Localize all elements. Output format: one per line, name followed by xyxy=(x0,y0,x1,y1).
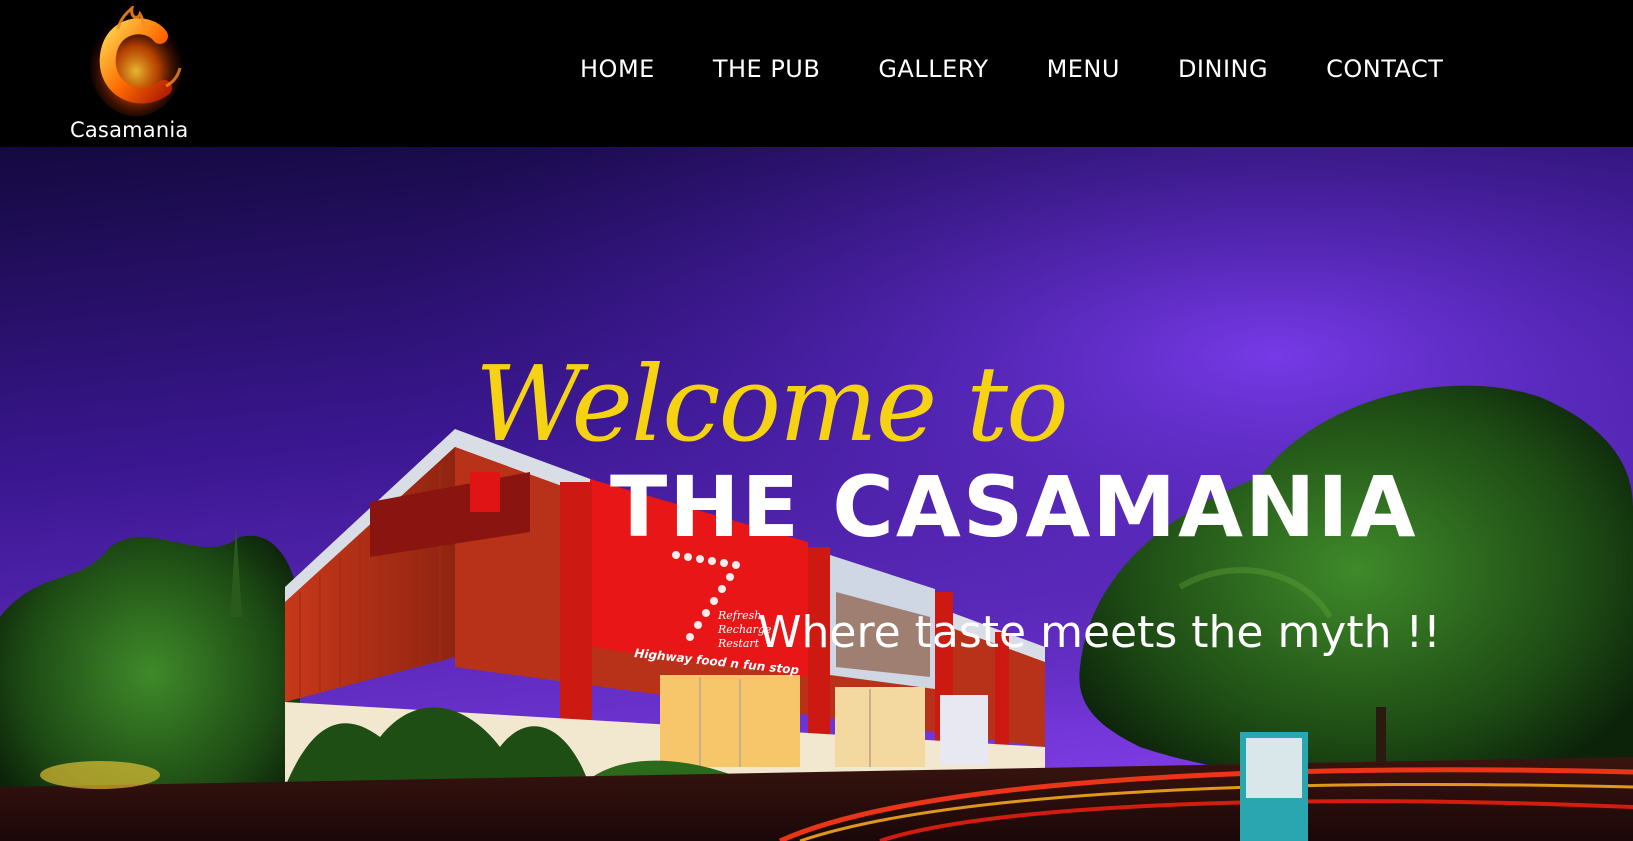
logo-text: Casamania xyxy=(70,118,189,142)
sign-line-1: Refresh xyxy=(717,609,761,622)
brand-title: THE CASAMANIA xyxy=(610,458,1418,556)
nav-dining[interactable]: DINING xyxy=(1178,55,1268,83)
nav-gallery[interactable]: GALLERY xyxy=(878,55,988,83)
main-menu: HOME THE PUB GALLERY MENU DINING CONTACT xyxy=(580,55,1443,83)
top-navigation-bar: Casamania HOME THE PUB GALLERY MENU DINI… xyxy=(0,0,1633,147)
nav-contact[interactable]: CONTACT xyxy=(1326,55,1443,83)
sign-line-3: Restart xyxy=(717,637,760,650)
site-logo[interactable]: Casamania xyxy=(66,6,196,142)
tagline: Where taste meets the myth !! xyxy=(758,607,1441,658)
nav-the-pub[interactable]: THE PUB xyxy=(713,55,821,83)
flaming-c-logo-icon xyxy=(90,6,182,116)
hero-banner: Refresh Recharge Restart Highway food n … xyxy=(0,147,1633,841)
nav-menu[interactable]: MENU xyxy=(1047,55,1120,83)
nav-home[interactable]: HOME xyxy=(580,55,655,83)
welcome-heading: Welcome to xyxy=(475,343,1069,465)
